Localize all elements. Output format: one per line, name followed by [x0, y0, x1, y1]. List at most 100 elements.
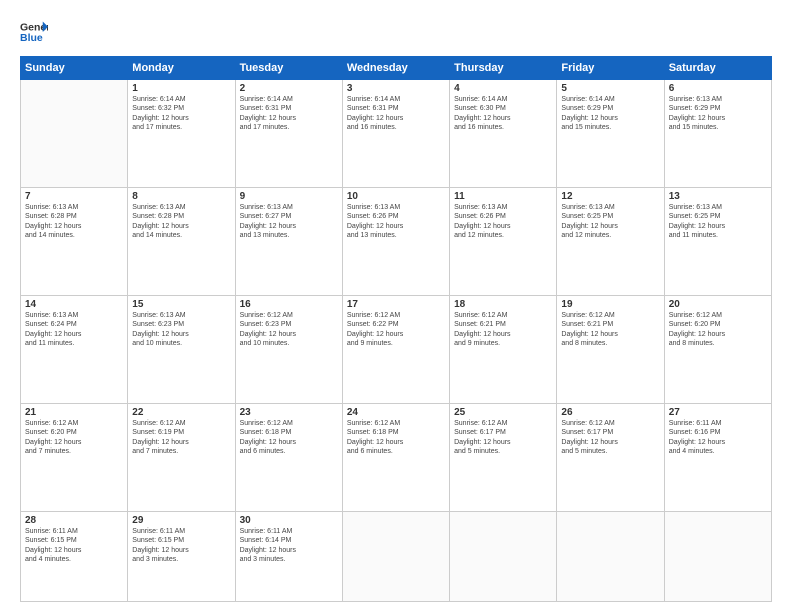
calendar-cell: 6Sunrise: 6:13 AM Sunset: 6:29 PM Daylig… — [664, 80, 771, 188]
calendar-cell: 9Sunrise: 6:13 AM Sunset: 6:27 PM Daylig… — [235, 188, 342, 296]
calendar-cell: 13Sunrise: 6:13 AM Sunset: 6:25 PM Dayli… — [664, 188, 771, 296]
calendar-cell: 7Sunrise: 6:13 AM Sunset: 6:28 PM Daylig… — [21, 188, 128, 296]
calendar-table: SundayMondayTuesdayWednesdayThursdayFrid… — [20, 56, 772, 602]
day-number: 30 — [240, 515, 338, 526]
day-info: Sunrise: 6:11 AM Sunset: 6:16 PM Dayligh… — [669, 419, 767, 457]
calendar-cell: 5Sunrise: 6:14 AM Sunset: 6:29 PM Daylig… — [557, 80, 664, 188]
calendar-cell: 20Sunrise: 6:12 AM Sunset: 6:20 PM Dayli… — [664, 296, 771, 404]
calendar-cell — [21, 80, 128, 188]
day-number: 10 — [347, 191, 445, 202]
calendar-cell: 12Sunrise: 6:13 AM Sunset: 6:25 PM Dayli… — [557, 188, 664, 296]
calendar-cell: 10Sunrise: 6:13 AM Sunset: 6:26 PM Dayli… — [342, 188, 449, 296]
day-number: 8 — [132, 191, 230, 202]
day-number: 7 — [25, 191, 123, 202]
calendar-cell: 14Sunrise: 6:13 AM Sunset: 6:24 PM Dayli… — [21, 296, 128, 404]
day-number: 28 — [25, 515, 123, 526]
day-info: Sunrise: 6:13 AM Sunset: 6:26 PM Dayligh… — [347, 203, 445, 241]
calendar-week-1: 1Sunrise: 6:14 AM Sunset: 6:32 PM Daylig… — [21, 80, 772, 188]
day-info: Sunrise: 6:14 AM Sunset: 6:29 PM Dayligh… — [561, 95, 659, 133]
day-info: Sunrise: 6:12 AM Sunset: 6:18 PM Dayligh… — [347, 419, 445, 457]
calendar-cell: 1Sunrise: 6:14 AM Sunset: 6:32 PM Daylig… — [128, 80, 235, 188]
day-number: 29 — [132, 515, 230, 526]
weekday-header-tuesday: Tuesday — [235, 57, 342, 80]
calendar-cell — [342, 512, 449, 602]
day-number: 21 — [25, 407, 123, 418]
day-info: Sunrise: 6:13 AM Sunset: 6:24 PM Dayligh… — [25, 311, 123, 349]
weekday-header-friday: Friday — [557, 57, 664, 80]
day-info: Sunrise: 6:11 AM Sunset: 6:15 PM Dayligh… — [132, 527, 230, 565]
calendar-cell: 18Sunrise: 6:12 AM Sunset: 6:21 PM Dayli… — [450, 296, 557, 404]
calendar-cell: 24Sunrise: 6:12 AM Sunset: 6:18 PM Dayli… — [342, 404, 449, 512]
calendar-cell: 23Sunrise: 6:12 AM Sunset: 6:18 PM Dayli… — [235, 404, 342, 512]
calendar-cell: 26Sunrise: 6:12 AM Sunset: 6:17 PM Dayli… — [557, 404, 664, 512]
day-info: Sunrise: 6:12 AM Sunset: 6:17 PM Dayligh… — [454, 419, 552, 457]
day-info: Sunrise: 6:13 AM Sunset: 6:26 PM Dayligh… — [454, 203, 552, 241]
day-number: 25 — [454, 407, 552, 418]
day-info: Sunrise: 6:12 AM Sunset: 6:20 PM Dayligh… — [25, 419, 123, 457]
day-info: Sunrise: 6:12 AM Sunset: 6:23 PM Dayligh… — [240, 311, 338, 349]
calendar-week-3: 14Sunrise: 6:13 AM Sunset: 6:24 PM Dayli… — [21, 296, 772, 404]
weekday-header-saturday: Saturday — [664, 57, 771, 80]
day-number: 23 — [240, 407, 338, 418]
day-info: Sunrise: 6:12 AM Sunset: 6:17 PM Dayligh… — [561, 419, 659, 457]
day-number: 9 — [240, 191, 338, 202]
day-number: 15 — [132, 299, 230, 310]
logo-icon: General Blue — [20, 18, 48, 46]
calendar-cell: 11Sunrise: 6:13 AM Sunset: 6:26 PM Dayli… — [450, 188, 557, 296]
day-number: 4 — [454, 83, 552, 94]
day-info: Sunrise: 6:12 AM Sunset: 6:20 PM Dayligh… — [669, 311, 767, 349]
day-number: 27 — [669, 407, 767, 418]
day-number: 13 — [669, 191, 767, 202]
calendar-week-2: 7Sunrise: 6:13 AM Sunset: 6:28 PM Daylig… — [21, 188, 772, 296]
calendar-cell: 16Sunrise: 6:12 AM Sunset: 6:23 PM Dayli… — [235, 296, 342, 404]
calendar-cell: 22Sunrise: 6:12 AM Sunset: 6:19 PM Dayli… — [128, 404, 235, 512]
day-number: 24 — [347, 407, 445, 418]
day-info: Sunrise: 6:12 AM Sunset: 6:21 PM Dayligh… — [454, 311, 552, 349]
calendar-cell — [450, 512, 557, 602]
day-number: 20 — [669, 299, 767, 310]
calendar-cell: 19Sunrise: 6:12 AM Sunset: 6:21 PM Dayli… — [557, 296, 664, 404]
day-info: Sunrise: 6:13 AM Sunset: 6:25 PM Dayligh… — [561, 203, 659, 241]
day-number: 26 — [561, 407, 659, 418]
day-number: 16 — [240, 299, 338, 310]
day-info: Sunrise: 6:13 AM Sunset: 6:27 PM Dayligh… — [240, 203, 338, 241]
day-info: Sunrise: 6:14 AM Sunset: 6:32 PM Dayligh… — [132, 95, 230, 133]
weekday-header-monday: Monday — [128, 57, 235, 80]
day-info: Sunrise: 6:14 AM Sunset: 6:31 PM Dayligh… — [240, 95, 338, 133]
calendar-cell: 27Sunrise: 6:11 AM Sunset: 6:16 PM Dayli… — [664, 404, 771, 512]
day-number: 11 — [454, 191, 552, 202]
day-number: 2 — [240, 83, 338, 94]
day-number: 1 — [132, 83, 230, 94]
calendar-cell: 2Sunrise: 6:14 AM Sunset: 6:31 PM Daylig… — [235, 80, 342, 188]
calendar-cell: 15Sunrise: 6:13 AM Sunset: 6:23 PM Dayli… — [128, 296, 235, 404]
day-info: Sunrise: 6:13 AM Sunset: 6:23 PM Dayligh… — [132, 311, 230, 349]
day-info: Sunrise: 6:13 AM Sunset: 6:25 PM Dayligh… — [669, 203, 767, 241]
calendar-cell: 3Sunrise: 6:14 AM Sunset: 6:31 PM Daylig… — [342, 80, 449, 188]
day-info: Sunrise: 6:14 AM Sunset: 6:30 PM Dayligh… — [454, 95, 552, 133]
logo: General Blue — [20, 18, 48, 46]
day-info: Sunrise: 6:13 AM Sunset: 6:28 PM Dayligh… — [132, 203, 230, 241]
calendar-cell: 29Sunrise: 6:11 AM Sunset: 6:15 PM Dayli… — [128, 512, 235, 602]
day-number: 18 — [454, 299, 552, 310]
day-info: Sunrise: 6:12 AM Sunset: 6:18 PM Dayligh… — [240, 419, 338, 457]
day-info: Sunrise: 6:13 AM Sunset: 6:28 PM Dayligh… — [25, 203, 123, 241]
day-number: 12 — [561, 191, 659, 202]
calendar-cell — [557, 512, 664, 602]
calendar-week-5: 28 Sunrise: 6:11 AM Sunset: 6:15 PM Dayli… — [21, 512, 772, 602]
day-number: 19 — [561, 299, 659, 310]
day-number: 14 — [25, 299, 123, 310]
calendar-cell: 25Sunrise: 6:12 AM Sunset: 6:17 PM Dayli… — [450, 404, 557, 512]
calendar-cell — [664, 512, 771, 602]
calendar-cell: 30Sunrise: 6:11 AM Sunset: 6:14 PM Dayli… — [235, 512, 342, 602]
day-number: 22 — [132, 407, 230, 418]
day-info: Sunrise: 6:12 AM Sunset: 6:22 PM Dayligh… — [347, 311, 445, 349]
day-number: 6 — [669, 83, 767, 94]
svg-text:Blue: Blue — [20, 32, 43, 44]
page: General Blue SundayMondayTuesdayWednesda… — [0, 0, 792, 612]
weekday-header-thursday: Thursday — [450, 57, 557, 80]
header: General Blue — [20, 18, 772, 46]
day-number: 5 — [561, 83, 659, 94]
day-info: Sunrise: 6:12 AM Sunset: 6:21 PM Dayligh… — [561, 311, 659, 349]
calendar-week-4: 21Sunrise: 6:12 AM Sunset: 6:20 PM Dayli… — [21, 404, 772, 512]
calendar-cell: 8Sunrise: 6:13 AM Sunset: 6:28 PM Daylig… — [128, 188, 235, 296]
